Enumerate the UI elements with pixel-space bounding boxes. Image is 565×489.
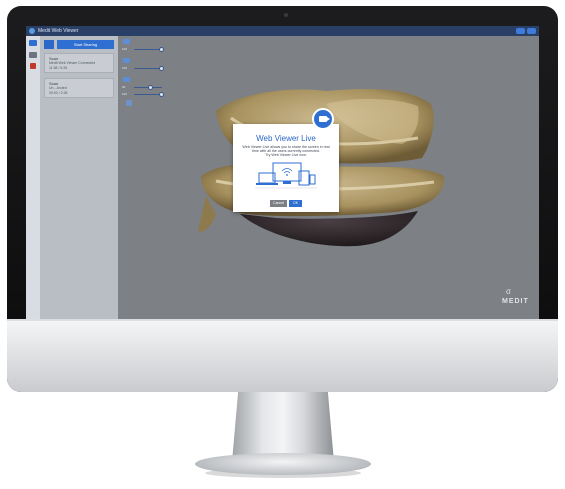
dialog-body: Web Viewer Live allows you to share the …: [239, 145, 333, 158]
webcam: [284, 13, 288, 17]
video-camera-icon: [312, 108, 334, 130]
chin-edge: [7, 319, 558, 321]
dialog-body-line: Try Web Viewer Live now.: [265, 153, 307, 158]
devices-illustration: [255, 162, 317, 189]
ok-button[interactable]: OK: [289, 200, 302, 207]
cancel-button[interactable]: Cancel: [270, 200, 287, 207]
monitor-stand-neck: [232, 392, 334, 462]
dialog-title: Web Viewer Live: [256, 134, 316, 143]
camera-lens: [327, 117, 330, 121]
monitor-chin: [7, 319, 558, 392]
web-viewer-live-dialog: Web Viewer Live Web Viewer Live allows y…: [233, 124, 339, 212]
camera-body: [319, 116, 327, 122]
medit-logo-icon: σ: [506, 287, 511, 296]
monitor-stand-base: [195, 453, 371, 475]
app-screen: Medit Web Viewer Start Sharing Scan Medi…: [26, 26, 539, 319]
brand-watermark: MEDIT: [502, 298, 529, 305]
